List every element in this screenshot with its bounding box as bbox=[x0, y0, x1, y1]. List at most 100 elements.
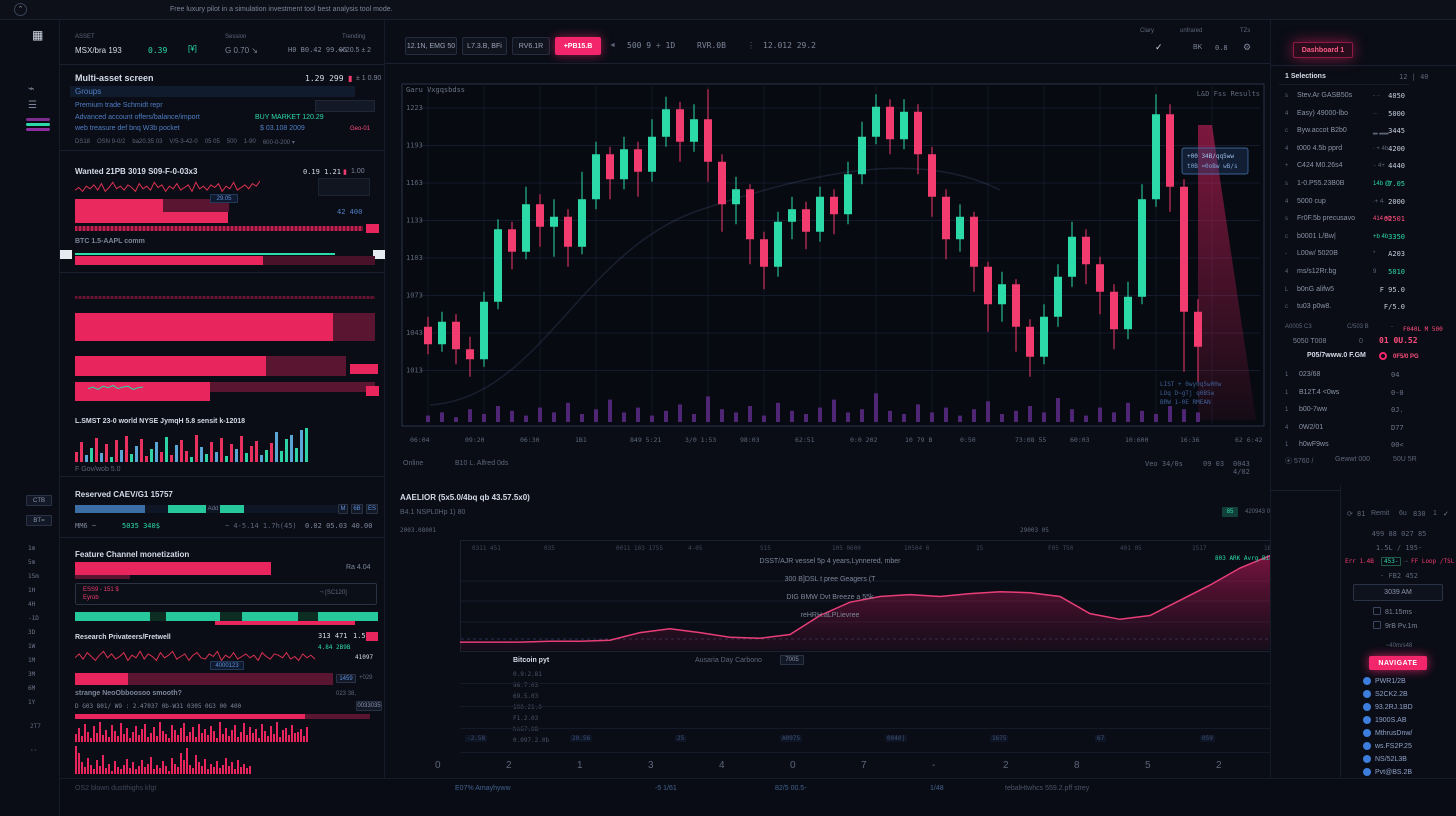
nav-item[interactable]: 93.2RJ.1BD bbox=[1363, 703, 1413, 711]
nav-item[interactable]: 1900S.AB bbox=[1363, 716, 1407, 724]
watchlist-row[interactable]: -L00w/ 5020B*A203 bbox=[1271, 246, 1456, 263]
feature-box-right[interactable]: ¬ [SC120] bbox=[320, 590, 347, 596]
reserved-chip-1[interactable]: M bbox=[338, 504, 348, 514]
screener-tab[interactable]: 05 05 bbox=[205, 139, 220, 146]
screener-row2[interactable]: Advanced account offers/balance/import bbox=[75, 114, 200, 121]
nav-item[interactable]: PWR1/2B bbox=[1363, 677, 1406, 685]
page-number[interactable]: 1 bbox=[577, 760, 583, 771]
page-number[interactable]: 0 bbox=[790, 760, 796, 771]
timeframe-item[interactable]: 1M bbox=[28, 657, 35, 664]
footer-item-a[interactable]: E07% Amayhyww bbox=[455, 785, 511, 792]
indicator-button-2[interactable]: L7.3.B, BFi bbox=[462, 37, 507, 55]
page-number[interactable]: 4 bbox=[719, 760, 725, 771]
page-number[interactable]: 3 bbox=[648, 760, 654, 771]
page-number[interactable]: 7 bbox=[861, 760, 867, 771]
interval-control[interactable]: 500 9 ÷ 1D bbox=[627, 41, 675, 50]
mini-list-row[interactable]: 1b00-7ww0J. bbox=[1271, 403, 1456, 420]
navigate-badge[interactable]: NAVIGATE bbox=[1369, 656, 1427, 670]
screener-tab[interactable]: DS18 bbox=[75, 139, 90, 146]
page-number[interactable]: 5 bbox=[1145, 760, 1151, 771]
slider-handle-left[interactable] bbox=[60, 250, 72, 259]
indicator-button-3[interactable]: RV6.1R bbox=[512, 37, 550, 55]
watchlist-row[interactable]: s1-0.P55.23B0B14b @7.05 bbox=[1271, 176, 1456, 193]
watchlist-row[interactable]: sFr0F.5b precusavo414 +b02501 bbox=[1271, 211, 1456, 228]
page-number[interactable]: 2 bbox=[506, 760, 512, 771]
timeframe-item[interactable]: 4H bbox=[28, 601, 35, 608]
mini-list-row[interactable]: 40W2/01D77 bbox=[1271, 421, 1456, 438]
check-icon[interactable]: ✓ bbox=[1155, 42, 1163, 53]
right-footer-1[interactable]: ⦿ 5760 / bbox=[1285, 456, 1313, 466]
timeframe-item[interactable]: -1D bbox=[28, 615, 39, 622]
screener-tab[interactable]: 500 bbox=[227, 139, 237, 146]
watchlist-row[interactable]: 45000 cup∙+ 4∙2000 bbox=[1271, 194, 1456, 211]
refresh2-icon[interactable]: ⟳ bbox=[1347, 510, 1353, 518]
footer-item-c[interactable]: 82/5 00.5- bbox=[775, 785, 807, 792]
mini-list-row[interactable]: 1B12T.4 <0ws0-0 bbox=[1271, 386, 1456, 403]
gear-icon[interactable]: ⚙ bbox=[1243, 42, 1251, 53]
candlestick-chart[interactable]: 12231193116311331103107310431013Garu Vxg… bbox=[400, 80, 1268, 458]
timeframe-item[interactable]: 1H bbox=[28, 587, 35, 594]
order-h3[interactable]: Remit bbox=[1371, 510, 1389, 517]
order-input[interactable]: 3039 AM bbox=[1353, 584, 1443, 601]
page-number[interactable]: - bbox=[932, 760, 935, 771]
mini-list-row[interactable]: 1023/6804 bbox=[1271, 368, 1456, 385]
timeframe-item[interactable]: 3D bbox=[28, 629, 35, 636]
page-number[interactable]: 2 bbox=[1003, 760, 1009, 771]
research-red-box[interactable] bbox=[366, 632, 378, 641]
watchlist-row[interactable]: 4ms/s12Rr.bg95010 bbox=[1271, 264, 1456, 281]
timeframe-tail[interactable]: 2T7 bbox=[30, 723, 41, 730]
timeframe-item[interactable]: 1W bbox=[28, 643, 35, 650]
dashboard-button[interactable]: Dashboard 1 bbox=[1293, 42, 1353, 58]
page-number[interactable]: 2 bbox=[1216, 760, 1222, 771]
timeframe-item[interactable]: 1m bbox=[28, 545, 35, 552]
toolbar-rvr[interactable]: RVR.0B bbox=[697, 41, 726, 50]
screener-tab[interactable]: 1-90 bbox=[244, 139, 256, 146]
rail-chip-ctb[interactable]: CTB bbox=[26, 495, 52, 506]
list-icon[interactable]: ☰ bbox=[28, 100, 37, 111]
screener-tab[interactable]: ba20.35 03 bbox=[132, 139, 162, 146]
order-checkbox-1[interactable]: 81.15ms bbox=[1373, 607, 1412, 616]
screener-row3[interactable]: web treasure def bnq W3b pocket bbox=[75, 125, 180, 132]
toolbar-bk[interactable]: BK bbox=[1193, 44, 1202, 51]
asset-value[interactable]: MSX/bra 193 bbox=[75, 46, 122, 55]
indicator-button-1[interactable]: 12.1N, EMG 50 bbox=[405, 37, 457, 55]
screener-row2-right[interactable]: BUY MARKET 120.29 bbox=[255, 114, 324, 121]
right-footer-3[interactable]: 50U 5R bbox=[1393, 456, 1417, 463]
timeframe-item[interactable]: 5m bbox=[28, 559, 35, 566]
rail-chip-btc[interactable]: BT= bbox=[26, 515, 52, 526]
screener-row1[interactable]: Premium trade Schmidt repr bbox=[75, 102, 163, 109]
nav-item[interactable]: S2CK2.2B bbox=[1363, 690, 1408, 698]
app-logo-icon[interactable]: ▦ bbox=[32, 28, 43, 42]
nav-item[interactable]: MthrusDnw/ bbox=[1363, 729, 1412, 737]
order-check-icon[interactable]: ✓ bbox=[1443, 510, 1449, 518]
nav-item[interactable]: NS/52L3B bbox=[1363, 755, 1407, 763]
footer-item-b[interactable]: -5 1/61 bbox=[655, 785, 677, 792]
timeframe-item[interactable]: 1Y bbox=[28, 699, 35, 706]
strange-box[interactable]: 0033035 bbox=[356, 701, 382, 711]
watchlist-row[interactable]: +C424 M0.26s4∙∙ 4+4440 bbox=[1271, 158, 1456, 175]
tool-icon[interactable]: ⌁ bbox=[28, 82, 35, 95]
session-value[interactable]: G 0.70 ↘ bbox=[225, 46, 258, 55]
timeframe-item[interactable]: 6M bbox=[28, 685, 35, 692]
watchlist-row[interactable]: cByw.accot B2b0▂ ▂▂3445 bbox=[1271, 123, 1456, 140]
reserved-chip-3[interactable]: ES bbox=[366, 504, 378, 514]
watchlist-row[interactable]: sStev.Ar GASB50s- ∙∙4050 bbox=[1271, 88, 1456, 105]
screener-tab[interactable]: V/5-3-42-0 bbox=[169, 139, 197, 146]
watchlist-row[interactable]: 4t000 4.5b pprd∙ + 4b4200 bbox=[1271, 141, 1456, 158]
screener-tab[interactable]: OSN 9-0/2 bbox=[97, 139, 125, 146]
timeframe-item[interactable]: 3M bbox=[28, 671, 35, 678]
screener-tab[interactable]: 600-0-200 ▾ bbox=[263, 139, 295, 146]
reserved-chip-2[interactable]: 6B bbox=[351, 504, 363, 514]
order-checkbox-2[interactable]: 9rB Pv.1m bbox=[1373, 621, 1417, 630]
watchlist-row[interactable]: ctu03 p0w8.F/5.0 bbox=[1271, 299, 1456, 316]
mini-list-row[interactable]: 1h0wF9ws00< bbox=[1271, 438, 1456, 455]
toolbar-dots-icon[interactable]: ⋮ bbox=[747, 41, 755, 50]
timeframe-item[interactable]: 15m bbox=[28, 573, 39, 580]
footer-item-d[interactable]: 1/48 bbox=[930, 785, 944, 792]
home-icon[interactable]: ⌃ bbox=[14, 3, 27, 16]
caret-icon[interactable]: ◄ bbox=[609, 42, 616, 49]
right-footer-2[interactable]: Gewwt 000 bbox=[1335, 456, 1370, 463]
watchlist-row[interactable]: 4Easy) 49000-lbo∙∙∙5000 bbox=[1271, 106, 1456, 123]
price-button-active[interactable]: +PB15.B bbox=[555, 37, 601, 55]
watchlist-row[interactable]: cb0001 L/Bw|+b 4b3350 bbox=[1271, 229, 1456, 246]
